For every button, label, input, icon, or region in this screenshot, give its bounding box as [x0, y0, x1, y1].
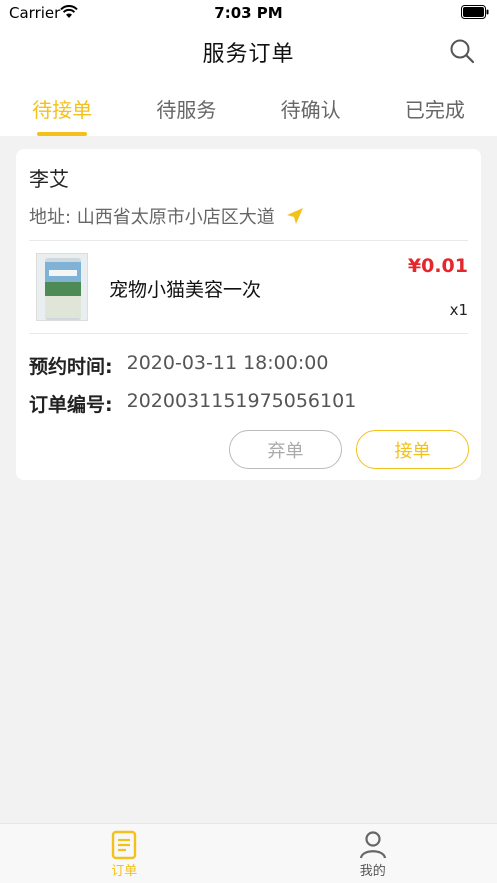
order-number: 2020031151975056101	[126, 390, 357, 412]
product-price: ¥0.01	[407, 255, 468, 277]
order-card[interactable]: 李艾 地址: 山西省太原市小店区大道 宠物小猫美容一次 ¥0.01 x1 预约时…	[16, 149, 481, 480]
product-image	[36, 253, 88, 321]
status-bar: Carrier 7:03 PM	[0, 0, 497, 26]
bottom-tab-bar: 订单 我的	[0, 823, 497, 883]
location-arrow-icon[interactable]	[285, 206, 305, 226]
order-number-label: 订单编号:	[29, 394, 113, 416]
tab-label: 待确认	[280, 98, 341, 122]
product-name: 宠物小猫美容一次	[109, 279, 262, 301]
tab-pending-confirm[interactable]: 待确认	[249, 74, 373, 136]
page-title: 服务订单	[202, 42, 295, 67]
tab-completed[interactable]: 已完成	[373, 74, 497, 136]
profile-icon	[359, 831, 386, 859]
status-time: 7:03 PM	[214, 4, 283, 22]
accept-order-button[interactable]: 接单	[356, 430, 469, 469]
search-icon[interactable]	[449, 38, 475, 64]
appointment-label: 预约时间:	[29, 356, 113, 378]
tab-pending-accept[interactable]: 待接单	[0, 74, 124, 136]
tab-label: 待接单	[32, 98, 93, 122]
product-can-illustration	[37, 254, 87, 320]
appointment-time: 2020-03-11 18:00:00	[126, 352, 329, 374]
divider	[29, 333, 468, 334]
address-row: 地址: 山西省太原市小店区大道	[29, 203, 305, 229]
product-quantity: x1	[449, 301, 468, 319]
order-list-icon	[112, 830, 137, 860]
active-tab-indicator	[37, 132, 88, 136]
bottom-tab-label: 订单	[111, 864, 138, 879]
divider	[29, 240, 468, 241]
navigation-bar: 服务订单	[0, 26, 497, 74]
appointment-row: 预约时间: 2020-03-11 18:00:00	[29, 352, 328, 379]
address-text: 地址: 山西省太原市小店区大道	[29, 207, 275, 228]
order-number-row: 订单编号: 2020031151975056101	[29, 390, 356, 417]
battery-icon	[461, 5, 489, 19]
abandon-order-button[interactable]: 弃单	[229, 430, 342, 469]
tab-label: 待服务	[156, 98, 217, 122]
bottom-tab-label: 我的	[359, 864, 386, 879]
bottom-tab-profile[interactable]: 我的	[249, 824, 497, 883]
tab-label: 已完成	[404, 98, 465, 122]
order-status-tabs: 待接单 待服务 待确认 已完成	[0, 74, 497, 136]
customer-name: 李艾	[29, 167, 69, 191]
bottom-tab-orders[interactable]: 订单	[0, 824, 249, 883]
tab-pending-service[interactable]: 待服务	[124, 74, 248, 136]
